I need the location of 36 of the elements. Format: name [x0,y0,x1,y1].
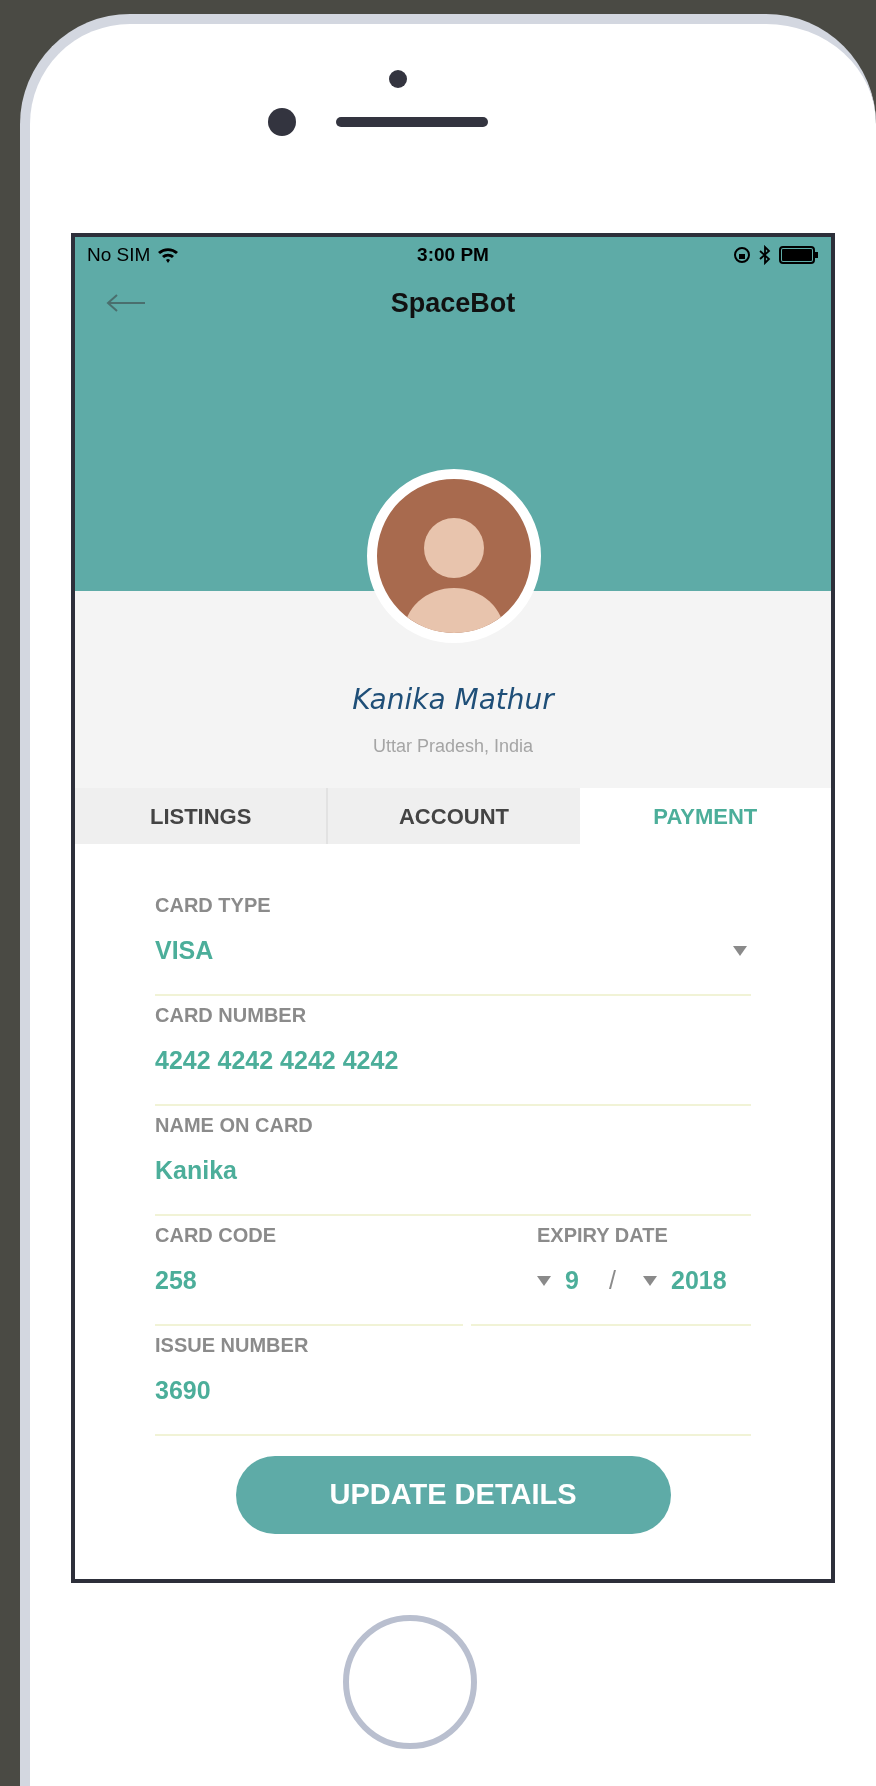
profile-location: Uttar Pradesh, India [372,735,534,758]
field-label: ISSUE NUMBER [155,1333,310,1358]
screen-title: SpaceBot [390,286,516,320]
tab[interactable]: ACCOUNT [326,788,580,844]
tab[interactable]: LISTINGS [75,788,327,844]
field-label: EXPIRY DATE [537,1223,669,1248]
dropdown-caret-icon[interactable] [643,1275,657,1286]
rotation-lock-icon [733,246,751,264]
month-value: 9 [565,1265,580,1296]
camera-icon [268,108,296,136]
field-value: Kanika [155,1155,237,1186]
bluetooth-icon [759,245,771,265]
field-label: NAME ON CARD [155,1113,314,1138]
field-label: CARD CODE [155,1223,278,1248]
card-type-dropdown[interactable]: CARD TYPE VISA [155,886,751,996]
clock-text: 3:00 PM [417,242,489,267]
battery-icon [779,246,819,264]
field-value: VISA [155,935,214,966]
dropdown-caret-icon[interactable] [537,1275,551,1286]
field-label: CARD NUMBER [155,1003,308,1028]
field-value: 3690 [155,1375,211,1406]
carrier-text: No SIM [87,242,151,267]
tab[interactable]: PAYMENT [579,788,831,844]
field-value: 4242 4242 4242 4242 [155,1045,399,1076]
camera-icon [389,70,407,88]
field-label: CARD TYPE [155,893,272,918]
wifi-icon [156,246,181,264]
dropdown-caret-icon[interactable] [733,945,747,956]
field-value: 258 [155,1265,197,1296]
profile-name: Kanika Mathur [352,682,554,718]
update-details-button[interactable]: UPDATE DETAILS [235,1456,671,1534]
date-separator: / [609,1265,617,1296]
home-button[interactable] [343,1615,477,1749]
year-value: 2018 [671,1265,727,1296]
back-arrow-icon[interactable] [105,293,147,313]
speaker-icon [336,117,488,127]
